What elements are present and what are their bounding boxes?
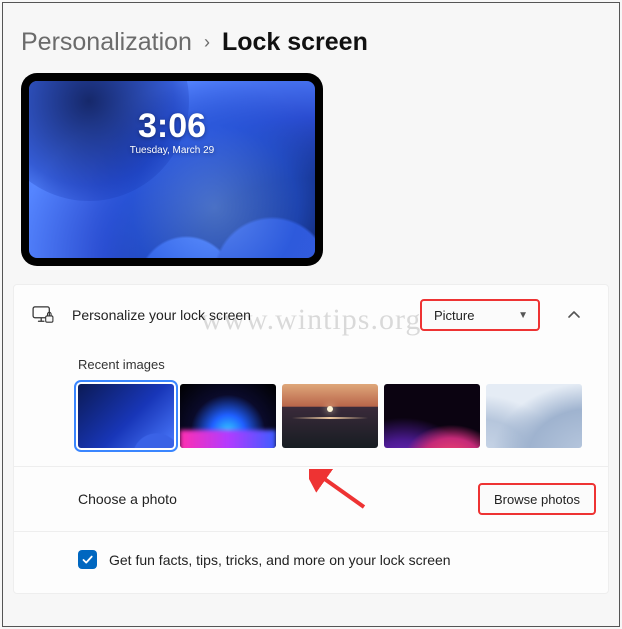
breadcrumb-current: Lock screen — [222, 28, 368, 57]
lock-screen-date: Tuesday, March 29 — [130, 145, 214, 156]
recent-image-thumb[interactable] — [180, 384, 276, 448]
breadcrumb-parent[interactable]: Personalization — [21, 28, 192, 57]
recent-images-row — [78, 384, 590, 448]
personalize-lock-screen-card: Personalize your lock screen Picture ▼ R… — [13, 284, 609, 594]
fun-facts-label: Get fun facts, tips, tricks, and more on… — [109, 552, 451, 568]
dropdown-selected-value: Picture — [434, 308, 474, 323]
monitor-lock-icon — [32, 306, 54, 324]
recent-image-thumb[interactable] — [384, 384, 480, 448]
choose-photo-label: Choose a photo — [78, 491, 177, 507]
lock-screen-clock: 3:06 Tuesday, March 29 — [130, 109, 214, 156]
recent-image-thumb[interactable] — [78, 384, 174, 448]
lock-screen-preview: 3:06 Tuesday, March 29 — [21, 73, 323, 266]
chevron-right-icon: › — [204, 32, 210, 53]
card-body: Recent images Choose a photo Browse phot… — [14, 345, 608, 593]
fun-facts-row: Get fun facts, tips, tricks, and more on… — [78, 532, 590, 575]
recent-images-label: Recent images — [78, 357, 590, 372]
card-title: Personalize your lock screen — [72, 307, 402, 323]
chevron-down-icon: ▼ — [518, 310, 528, 321]
breadcrumb: Personalization › Lock screen — [3, 28, 619, 73]
lock-screen-preview-image: 3:06 Tuesday, March 29 — [29, 81, 315, 258]
settings-page: Personalization › Lock screen 3:06 Tuesd… — [2, 2, 620, 627]
choose-photo-row: Choose a photo Browse photos — [78, 467, 590, 521]
card-header[interactable]: Personalize your lock screen Picture ▼ — [14, 285, 608, 345]
fun-facts-checkbox[interactable] — [78, 550, 97, 569]
recent-image-thumb[interactable] — [282, 384, 378, 448]
lock-screen-time: 3:06 — [130, 109, 214, 143]
collapse-button[interactable] — [558, 299, 590, 331]
browse-photos-label: Browse photos — [494, 492, 580, 507]
background-type-dropdown[interactable]: Picture ▼ — [420, 299, 540, 331]
browse-photos-button[interactable]: Browse photos — [478, 483, 596, 515]
recent-image-thumb[interactable] — [486, 384, 582, 448]
